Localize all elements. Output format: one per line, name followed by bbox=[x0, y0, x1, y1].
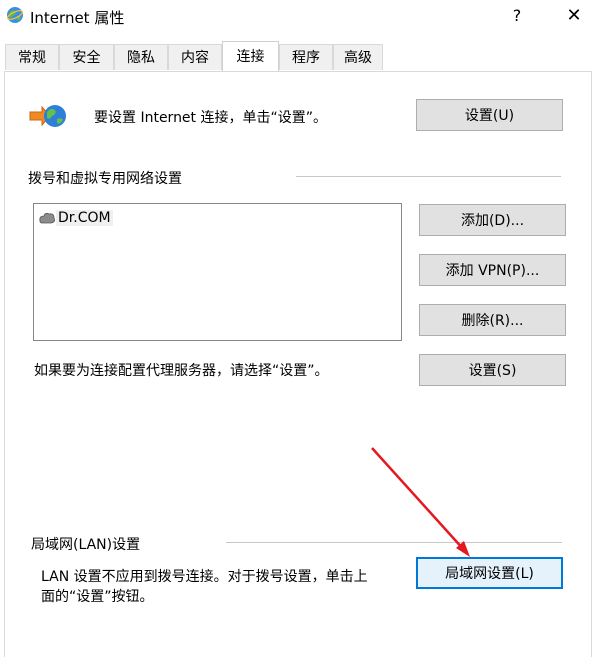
network-wizard-icon bbox=[29, 105, 66, 127]
close-button[interactable]: ✕ bbox=[556, 0, 592, 32]
tab-connections[interactable]: 连接 bbox=[222, 41, 279, 71]
dialup-connection-icon bbox=[39, 212, 55, 224]
globe-icon bbox=[7, 7, 23, 23]
help-button[interactable]: ? bbox=[500, 0, 534, 32]
close-icon: ✕ bbox=[566, 5, 582, 26]
add-button[interactable]: 添加(D)... bbox=[419, 204, 566, 236]
tab-programs[interactable]: 程序 bbox=[279, 44, 333, 70]
list-item[interactable]: Dr.COM bbox=[38, 208, 113, 228]
dialup-heading: 拨号和虚拟专用网络设置 bbox=[28, 171, 182, 187]
remove-button[interactable]: 删除(R)... bbox=[419, 304, 566, 336]
lan-description-line2: 面的“设置”按钮。 bbox=[41, 589, 154, 605]
window-title: Internet 属性 bbox=[30, 9, 125, 27]
lan-settings-button[interactable]: 局域网设置(L) bbox=[416, 557, 563, 589]
tab-privacy[interactable]: 隐私 bbox=[114, 44, 168, 70]
list-item-label: Dr.COM bbox=[56, 210, 113, 226]
dialup-separator bbox=[296, 176, 561, 177]
lan-separator bbox=[226, 542, 562, 543]
dialup-connection-list[interactable]: Dr.COM bbox=[33, 203, 402, 341]
lan-description-line1: LAN 设置不应用到拨号连接。对于拨号设置，单击上 bbox=[41, 569, 368, 585]
tab-content[interactable]: 内容 bbox=[168, 44, 222, 70]
proxy-description: 如果要为连接配置代理服务器，请选择“设置”。 bbox=[34, 363, 329, 379]
tab-advanced[interactable]: 高级 bbox=[333, 44, 383, 70]
title-bar: Internet 属性 ? ✕ bbox=[0, 0, 595, 34]
setup-description: 要设置 Internet 连接，单击“设置”。 bbox=[94, 110, 327, 126]
lan-heading: 局域网(LAN)设置 bbox=[31, 537, 141, 553]
tab-security[interactable]: 安全 bbox=[59, 44, 114, 70]
add-vpn-button[interactable]: 添加 VPN(P)... bbox=[419, 254, 566, 286]
setup-button[interactable]: 设置(U) bbox=[416, 99, 563, 131]
dialup-settings-button[interactable]: 设置(S) bbox=[419, 354, 566, 386]
tab-general[interactable]: 常规 bbox=[5, 44, 59, 70]
